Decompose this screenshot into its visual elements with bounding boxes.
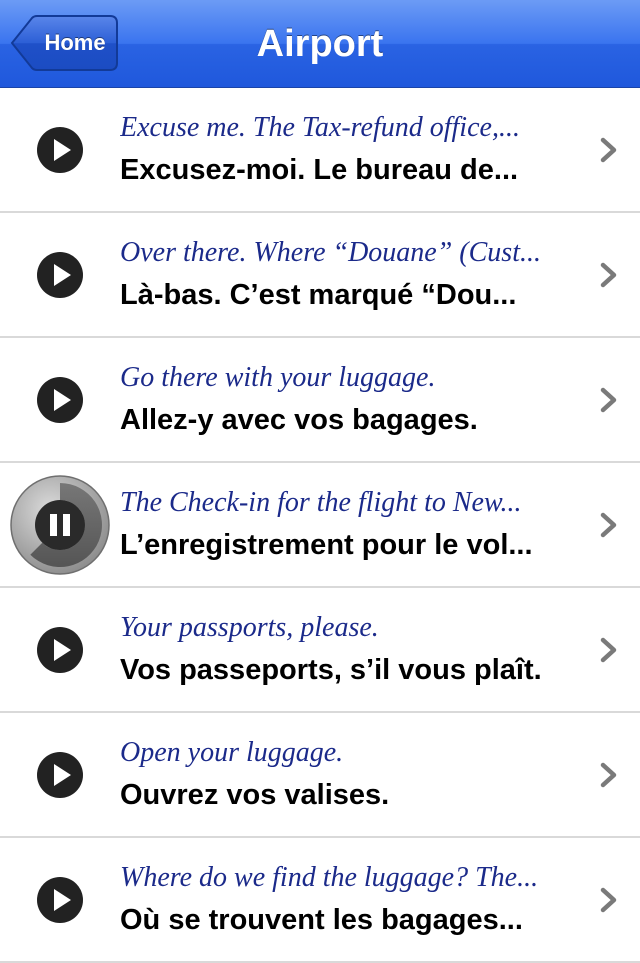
english-phrase: Excuse me. The Tax-refund office,...	[120, 112, 520, 143]
play-icon[interactable]	[36, 751, 84, 799]
english-phrase: Go there with your luggage.	[120, 362, 436, 393]
english-phrase: Where do we find the luggage? The...	[120, 862, 539, 893]
english-phrase: Over there. Where “Douane” (Cust...	[120, 237, 541, 268]
phrase-row[interactable]: The Check-in for the flight to New... L’…	[0, 463, 640, 588]
french-phrase: Ouvrez vos valises.	[120, 779, 390, 811]
chevron-right-icon	[600, 637, 617, 663]
play-icon[interactable]	[36, 126, 84, 174]
chevron-right-icon	[600, 262, 617, 288]
phrase-list: Excuse me. The Tax-refund office,... Exc…	[0, 88, 640, 963]
chevron-right-icon	[600, 512, 617, 538]
english-phrase: Your passports, please.	[120, 612, 379, 643]
phrase-row[interactable]: Your passports, please. Vos passeports, …	[0, 588, 640, 713]
play-icon[interactable]	[36, 376, 84, 424]
chevron-right-icon	[600, 887, 617, 913]
phrase-row[interactable]: Over there. Where “Douane” (Cust... Là-b…	[0, 213, 640, 338]
pause-progress-icon[interactable]	[10, 475, 110, 575]
french-phrase: Où se trouvent les bagages...	[120, 904, 523, 936]
phrase-row[interactable]: Where do we find the luggage? The... Où …	[0, 838, 640, 963]
french-phrase: L’enregistrement pour le vol...	[120, 529, 533, 561]
chevron-right-icon	[600, 762, 617, 788]
phrase-row[interactable]: Excuse me. The Tax-refund office,... Exc…	[0, 88, 640, 213]
chevron-right-icon	[600, 387, 617, 413]
chevron-right-icon	[600, 137, 617, 163]
play-icon[interactable]	[36, 251, 84, 299]
english-phrase: Open your luggage.	[120, 737, 344, 768]
phrase-row[interactable]: Open your luggage. Ouvrez vos valises.	[0, 713, 640, 838]
play-icon[interactable]	[36, 876, 84, 924]
french-phrase: Excusez-moi. Le bureau de...	[120, 154, 519, 186]
phrase-row[interactable]: Go there with your luggage. Allez-y avec…	[0, 338, 640, 463]
french-phrase: Vos passeports, s’il vous plaît.	[120, 654, 542, 686]
navigation-bar: Home Airport	[0, 0, 640, 88]
french-phrase: Allez-y avec vos bagages.	[120, 404, 478, 436]
english-phrase: The Check-in for the flight to New...	[120, 487, 522, 518]
play-icon[interactable]	[36, 626, 84, 674]
page-title: Airport	[256, 23, 384, 65]
french-phrase: Là-bas. C’est marqué “Dou...	[120, 279, 517, 311]
